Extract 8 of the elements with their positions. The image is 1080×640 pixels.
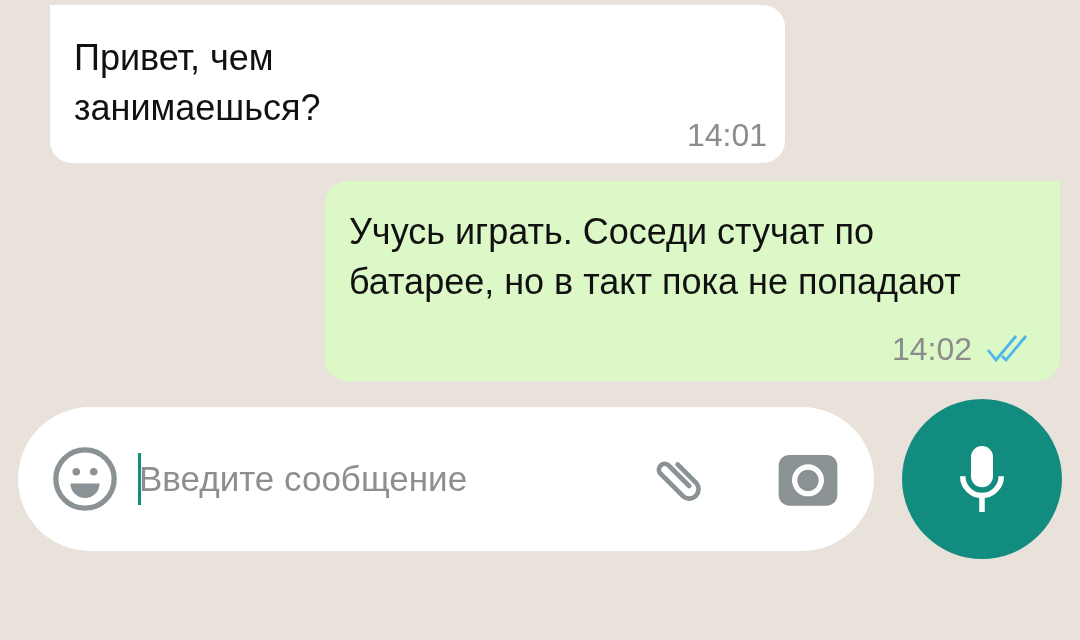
microphone-icon xyxy=(960,446,1004,512)
message-input[interactable]: Введите сообщение xyxy=(139,452,644,506)
message-input-field[interactable]: Введите сообщение xyxy=(18,407,874,551)
message-text: Привет, чем занимаешься? xyxy=(74,36,322,130)
message-text: Учусь играть. Соседи стучат по батарее, но в такт пока не попадают xyxy=(349,210,962,304)
message-time: 14:02 xyxy=(891,330,972,369)
message-time: 14:01 xyxy=(686,116,767,155)
emoji-icon[interactable] xyxy=(50,444,120,514)
